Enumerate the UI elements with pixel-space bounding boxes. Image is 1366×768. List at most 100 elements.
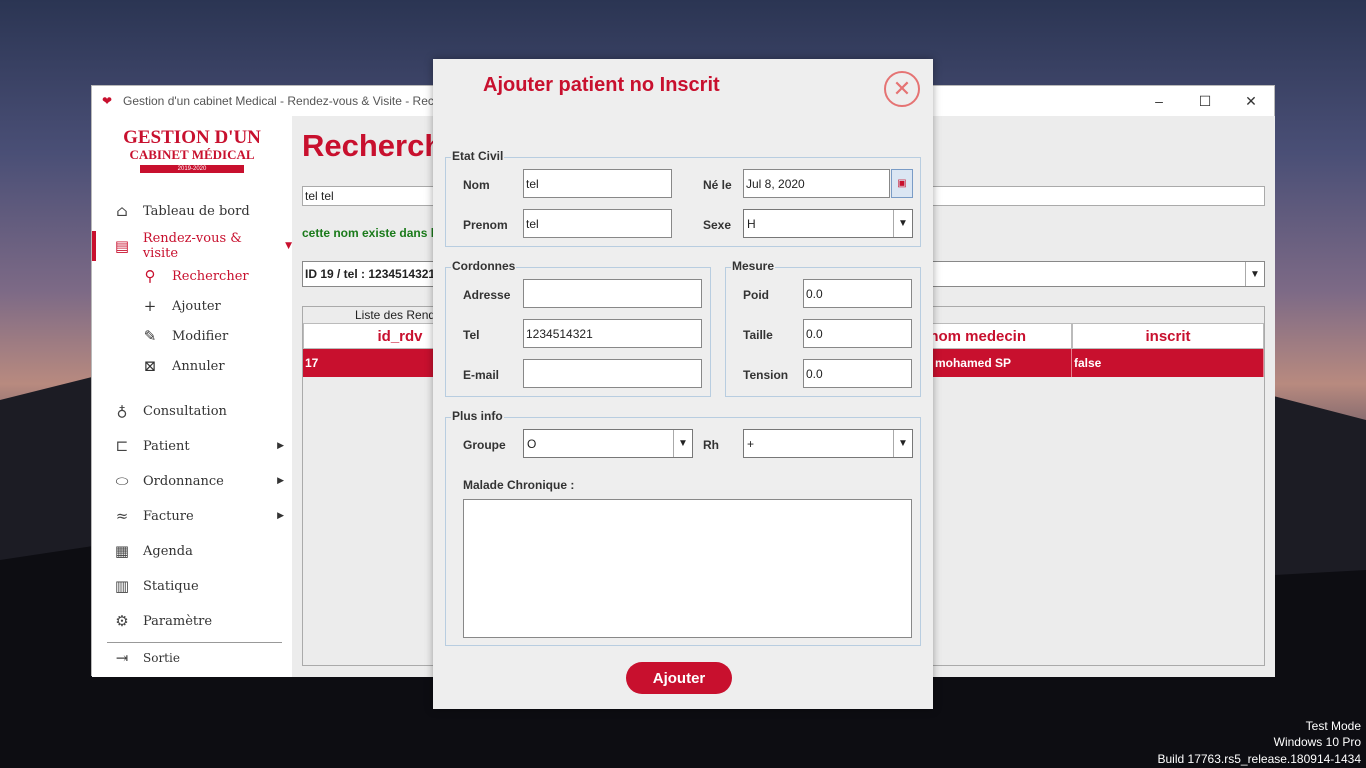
dialog-title: Ajouter patient no Inscrit (483, 74, 720, 96)
chevron-down-icon: ▼ (285, 241, 292, 251)
watermark-line3: Build 17763.rs5_release.180914-1434 (1157, 752, 1362, 766)
column-header-inscrit[interactable]: inscrit (1072, 323, 1264, 349)
date-naissance-field[interactable]: Jul 8, 2020 (743, 169, 890, 198)
subitem-modifier[interactable]: ✎ Modifier (140, 323, 229, 349)
table-caption: Liste des Rend (355, 308, 436, 322)
sidebar-item-ordonnance[interactable]: ⬭ Ordonnance ▶ (92, 466, 292, 496)
page-title: Recherch (302, 128, 444, 163)
logout-icon: ⇥ (115, 649, 129, 667)
sidebar-item-label: Agenda (143, 543, 193, 559)
sidebar-item-label: Ordonnance (143, 473, 224, 489)
poid-field[interactable]: 0.0 (803, 279, 912, 308)
rh-select[interactable]: + ▼ (743, 429, 913, 458)
chevron-right-icon: ▶ (277, 476, 284, 486)
groupe-label: Groupe (463, 438, 506, 452)
rh-value: + (747, 437, 755, 451)
sidebar-item-statique[interactable]: ▥ Statique (92, 571, 292, 601)
adresse-field[interactable] (523, 279, 702, 308)
subitem-ajouter[interactable]: + Ajouter (140, 293, 221, 319)
chevron-down-icon[interactable]: ▼ (893, 210, 912, 237)
watermark-line1: Test Mode (1305, 719, 1361, 733)
subitem-annuler[interactable]: ⊠ Annuler (140, 353, 225, 379)
info-message: cette nom existe dans l (302, 226, 435, 240)
malade-chronique-label: Malade Chronique : (463, 478, 575, 492)
nom-label: Nom (463, 178, 490, 192)
calendar-picker-button[interactable]: ▣ (891, 169, 913, 198)
taille-field[interactable]: 0.0 (803, 319, 912, 348)
sidebar-item-label: Facture (143, 508, 194, 524)
sexe-select[interactable]: H ▼ (743, 209, 913, 238)
money-hand-icon: ≈ (115, 507, 129, 525)
bed-icon: ⊏ (115, 437, 129, 455)
subitem-label: Modifier (172, 328, 229, 344)
sidebar-item-sortie[interactable]: ⇥ Sortie (92, 643, 292, 673)
ne-le-label: Né le (703, 178, 732, 192)
sidebar-item-rendez-vous[interactable]: ▤ Rendez-vous & visite ▼ (92, 231, 292, 261)
sidebar-item-facture[interactable]: ≈ Facture ▶ (92, 501, 292, 531)
cell-inscrit: false (1072, 349, 1264, 377)
sidebar-item-label: Paramètre (143, 613, 213, 629)
sidebar-item-tableau-de-bord[interactable]: ⌂ Tableau de bord (92, 196, 292, 226)
sidebar-item-label: Tableau de bord (143, 203, 250, 219)
chevron-down-icon[interactable]: ▼ (893, 430, 912, 457)
chevron-right-icon: ▶ (277, 511, 284, 521)
stethoscope-icon: ♁ (116, 402, 128, 420)
rh-label: Rh (703, 438, 719, 452)
sidebar-item-parametre[interactable]: ⚙ Paramètre (92, 606, 292, 636)
rdv-select-value: ID 19 / tel : 1234514321 (305, 267, 436, 281)
calendar-icon: ▦ (114, 542, 130, 560)
groupe-select[interactable]: O ▼ (523, 429, 693, 458)
close-dialog-button[interactable]: ✕ (884, 71, 920, 107)
sexe-value: H (747, 217, 756, 231)
nom-field[interactable]: tel (523, 169, 672, 198)
chevron-right-icon: ▶ (277, 441, 284, 451)
maximize-button[interactable]: ☐ (1182, 86, 1228, 116)
minimize-button[interactable]: – (1136, 86, 1182, 116)
prenom-field[interactable]: tel (523, 209, 672, 238)
tel-field[interactable]: 1234514321 (523, 319, 702, 348)
group-legend: Plus info (451, 409, 504, 423)
tel-label: Tel (463, 328, 480, 342)
tension-field[interactable]: 0.0 (803, 359, 912, 388)
sidebar-item-label: Rendez-vous & visite (142, 231, 242, 261)
sidebar-item-label: Consultation (143, 403, 227, 419)
logo-line2: CABINET MÉDICAL (129, 147, 255, 162)
logo-year-banner: 2019-2020 (140, 165, 244, 173)
plus-icon: + (143, 297, 157, 315)
poid-label: Poid (743, 288, 769, 302)
chevron-down-icon[interactable]: ▼ (673, 430, 692, 457)
calendar-icon: ▣ (897, 178, 907, 189)
logo-line1: GESTION D'UN (123, 127, 261, 148)
sexe-label: Sexe (703, 218, 732, 232)
subitem-label: Rechercher (172, 268, 249, 284)
app-logo: GESTION D'UN CABINET MÉDICAL 2019-2020 (122, 128, 262, 173)
groupe-value: O (527, 437, 537, 451)
tension-label: Tension (743, 368, 789, 382)
sidebar-item-agenda[interactable]: ▦ Agenda (92, 536, 292, 566)
malade-chronique-textarea[interactable] (463, 499, 912, 638)
pill-icon: ⬭ (115, 472, 129, 490)
ajouter-button[interactable]: Ajouter (626, 662, 732, 694)
sidebar: GESTION D'UN CABINET MÉDICAL 2019-2020 ⌂… (92, 116, 292, 677)
add-patient-dialog: Ajouter patient no Inscrit ✕ Etat Civil … (433, 59, 933, 709)
calendar-list-icon: ▤ (114, 237, 129, 255)
watermark-line2: Windows 10 Pro (1273, 735, 1361, 749)
gear-icon: ⚙ (115, 612, 129, 630)
home-icon: ⌂ (116, 202, 128, 220)
group-legend: Mesure (731, 259, 776, 273)
sidebar-item-consultation[interactable]: ♁ Consultation (92, 396, 292, 426)
taille-label: Taille (743, 328, 773, 342)
email-label: E-mail (463, 368, 500, 382)
close-window-button[interactable]: ✕ (1228, 86, 1274, 116)
adresse-label: Adresse (463, 288, 511, 302)
group-legend: Etat Civil (451, 149, 505, 163)
sidebar-item-label: Sortie (143, 651, 180, 665)
prenom-label: Prenom (463, 218, 508, 232)
sidebar-item-patient[interactable]: ⊏ Patient ▶ (92, 431, 292, 461)
email-field[interactable] (523, 359, 702, 388)
close-icon: ✕ (892, 76, 912, 101)
chevron-down-icon[interactable]: ▼ (1245, 262, 1264, 286)
bar-chart-icon: ▥ (114, 577, 130, 595)
subitem-rechercher[interactable]: ⚲ Rechercher (140, 263, 249, 289)
sidebar-item-label: Patient (143, 438, 190, 454)
